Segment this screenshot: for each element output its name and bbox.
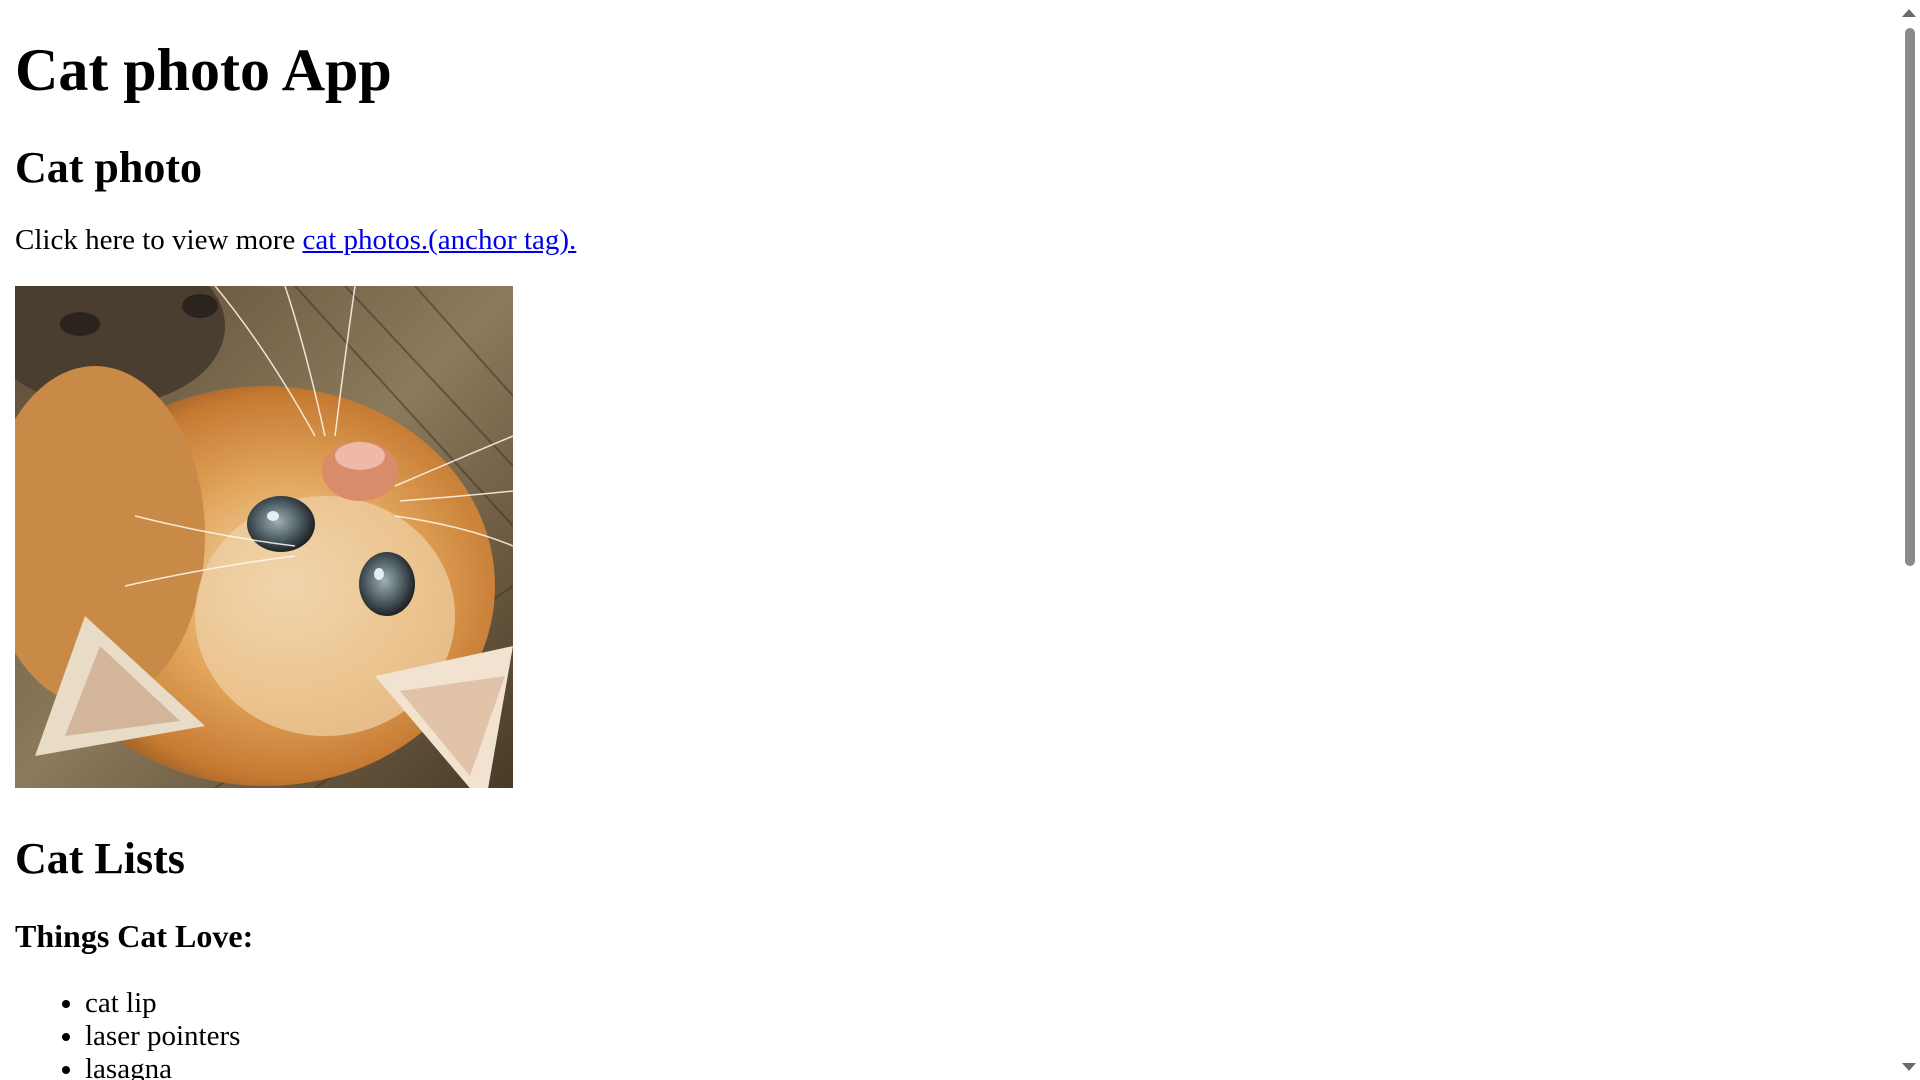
things-cat-love-list: cat lip laser pointers lasagna [15,987,240,1080]
chevron-down-icon[interactable] [1902,1063,1916,1071]
list-item: lasagna [85,1053,240,1080]
intro-paragraph: Click here to view more cat photos.(anch… [15,224,576,256]
cat-photo-image[interactable] [15,286,513,788]
cat-photos-link[interactable]: cat photos.(anchor tag). [303,224,577,256]
vertical-scrollbar[interactable] [1898,0,1920,1080]
cat-photo-heading: Cat photo [15,143,203,192]
list-item: laser pointers [85,1020,240,1053]
page-viewport: Cat photo App Cat photo Click here to vi… [0,0,1898,1080]
cat-photo-illustration [15,286,513,788]
list-item: cat lip [85,987,240,1020]
things-cat-love-heading: Things Cat Love: [15,918,254,954]
scrollbar-thumb[interactable] [1905,28,1915,566]
cat-lists-heading: Cat Lists [15,834,185,883]
intro-text: Click here to view more [15,224,303,256]
page-title: Cat photo App [15,37,392,103]
chevron-up-icon[interactable] [1902,9,1916,17]
